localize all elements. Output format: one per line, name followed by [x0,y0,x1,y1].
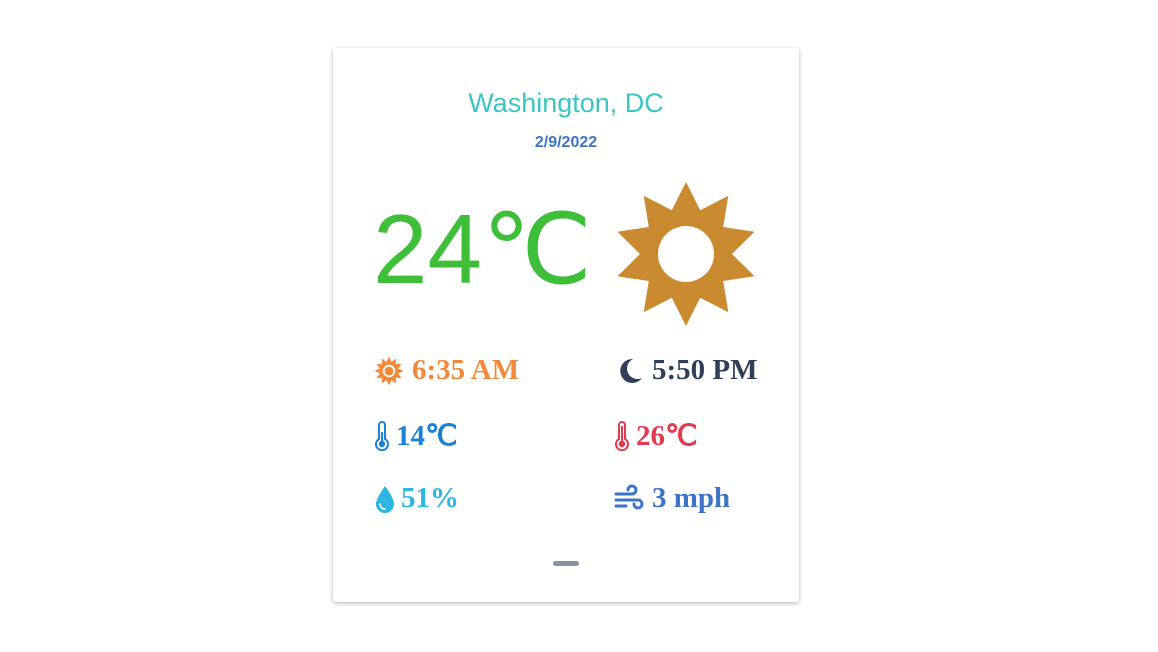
moon-icon [620,358,642,383]
current-temperature: 24℃ [373,194,593,304]
sunset-time: 5:50 PM [652,354,758,386]
sunrise-stat: 6:35 AM [374,354,519,387]
sunrise-icon [374,356,404,385]
sunrise-time: 6:35 AM [412,354,520,386]
thermometer-high-icon [615,420,629,451]
max-temperature-stat: 26℃ [614,418,698,453]
city-name: Washington, DC [468,88,664,118]
water-drop-icon [376,485,394,513]
wind-speed: 3 mph [652,482,731,514]
humidity-stat: 51% [374,482,459,515]
sunset-stat: 5:50 PM [614,354,758,387]
wind-stat: 3 mph [614,482,730,515]
min-temperature: 14℃ [396,420,458,452]
sun-icon [617,182,755,326]
wind-icon [614,484,644,509]
max-temperature: 26℃ [636,420,698,452]
min-temperature-stat: 14℃ [374,418,458,453]
humidity-value: 51% [401,482,459,514]
thermometer-low-icon [375,420,389,451]
page-indicator[interactable] [553,561,579,566]
weather-card: Washington, DC 2/9/2022 24℃ 6:35 AM 5:50… [333,48,799,602]
date-label: 2/9/2022 [534,134,598,151]
